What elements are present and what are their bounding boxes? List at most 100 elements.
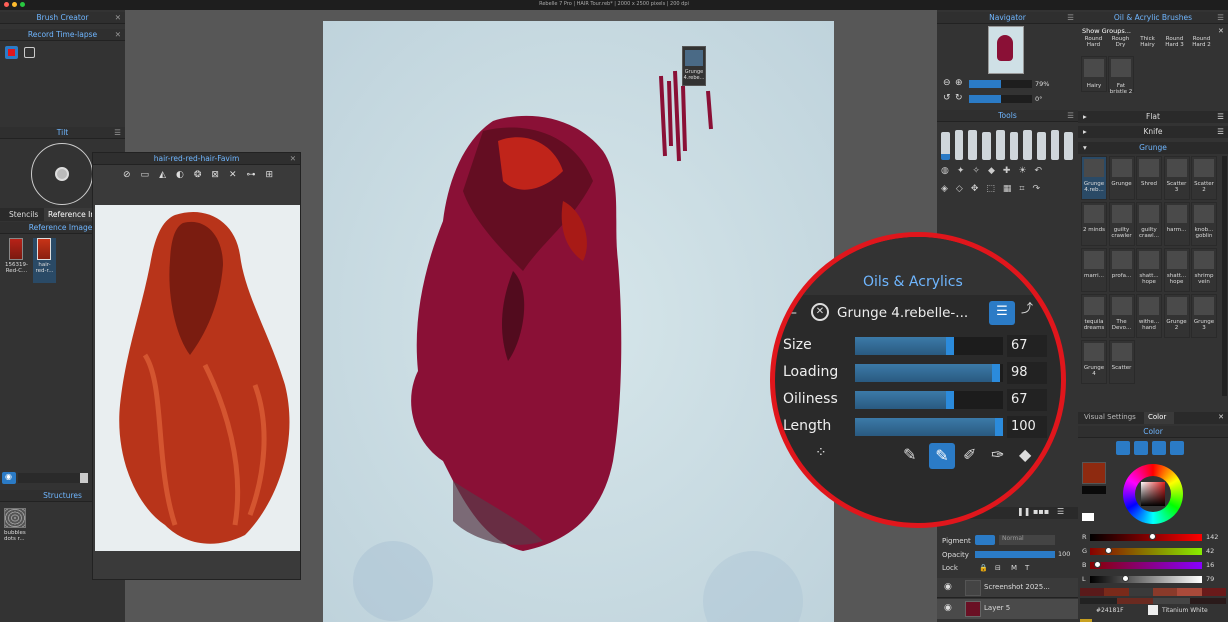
pipette-icon[interactable]: ⊘	[123, 170, 131, 186]
reference-window-header[interactable]: hair-red-red-hair-Favim ✕	[93, 153, 300, 165]
color-history-button[interactable]	[1152, 441, 1166, 455]
brush-cell[interactable]: Grunge 3	[1191, 294, 1217, 338]
group-flat[interactable]: ▸ Flat ☰	[1078, 111, 1228, 123]
rotation-value[interactable]: 0°	[1035, 95, 1042, 103]
fill-icon[interactable]: ✚	[1003, 166, 1011, 176]
brush-settings-icon[interactable]: ◈	[941, 184, 948, 194]
param-value[interactable]: 98	[1007, 362, 1047, 384]
channel-knob[interactable]	[1122, 575, 1129, 582]
palette-swatch[interactable]	[1201, 588, 1226, 596]
pattern-icon[interactable]: ⊞	[265, 170, 273, 186]
param-slider[interactable]	[855, 364, 1003, 382]
brushes-scrollbar[interactable]	[1222, 156, 1227, 396]
zoom-slider[interactable]	[969, 80, 1032, 88]
brush-cell[interactable]: Shred	[1136, 156, 1162, 200]
brush-cell[interactable]: tequila dreams	[1081, 294, 1107, 338]
layer-row[interactable]: ◉ Layer 5	[937, 599, 1078, 619]
tool-acrylic[interactable]	[968, 130, 978, 160]
brush-cell[interactable]: profa...	[1108, 248, 1135, 292]
opacity-slider[interactable]	[18, 473, 80, 483]
tool-custom[interactable]	[1064, 132, 1074, 160]
rotate-right-icon[interactable]: ↻	[955, 93, 963, 103]
brush-round-hard[interactable]: Round Hard	[1080, 36, 1107, 56]
close-icon[interactable]: ✕	[1218, 413, 1224, 421]
brush-cell[interactable]: Scatter 2	[1191, 156, 1217, 200]
brush-cell[interactable]: harm...	[1163, 202, 1190, 246]
brush-cell[interactable]: marri...	[1081, 248, 1107, 292]
navigator-preview[interactable]	[988, 26, 1024, 74]
record-button[interactable]	[5, 46, 18, 59]
channel-slider[interactable]	[1090, 561, 1202, 569]
hex-value[interactable]: #24181F	[1096, 607, 1124, 614]
zoom-out-icon[interactable]: ⊖	[943, 78, 951, 88]
fit-icon[interactable]: ✕	[229, 170, 237, 186]
rotate-left-icon[interactable]: ↺	[943, 93, 951, 103]
param-value[interactable]: 67	[1007, 389, 1047, 411]
white-swatch[interactable]	[1082, 513, 1094, 521]
brush-cell[interactable]: The Devo...	[1108, 294, 1135, 338]
grid-icon[interactable]: ⊠	[211, 170, 219, 186]
color-palette-button[interactable]	[1170, 441, 1184, 455]
tool-marker[interactable]	[1009, 132, 1019, 160]
tool-pencil[interactable]	[995, 130, 1005, 160]
tab-stencils[interactable]: Stencils	[9, 210, 38, 219]
tool-pastel[interactable]	[982, 132, 991, 160]
palette-swatch[interactable]	[1189, 598, 1226, 604]
reference-menu-icon[interactable]	[80, 473, 88, 483]
flip-icon[interactable]: ◭	[159, 170, 166, 186]
lasso-icon[interactable]: ▦	[1003, 184, 1012, 194]
brush-round-hard-3[interactable]: Round Hard 3	[1161, 36, 1188, 56]
menu-icon[interactable]: ☰	[1217, 12, 1224, 24]
close-icon[interactable]: ✕	[1218, 27, 1224, 35]
blend-mode-select[interactable]: Normal	[999, 535, 1055, 545]
painting-canvas[interactable]	[323, 21, 834, 622]
color-sliders-mode-button[interactable]	[1134, 441, 1148, 455]
layer-visibility-icon[interactable]: ◉	[944, 582, 952, 592]
rotation-slider[interactable]	[969, 95, 1032, 103]
scatter-icon[interactable]: ⁘	[815, 445, 827, 461]
channel-knob[interactable]	[1105, 547, 1112, 554]
filter-icon[interactable]: ❂	[194, 170, 202, 186]
brush-cell[interactable]: Grunge 4.reb...	[1081, 156, 1107, 200]
palette-swatch[interactable]	[1104, 588, 1129, 596]
move-icon[interactable]: ✥	[971, 184, 979, 194]
param-value[interactable]: 67	[1007, 335, 1047, 357]
redo-icon[interactable]: ↷	[1033, 184, 1041, 194]
smudge-icon[interactable]: ✦	[957, 166, 965, 176]
menu-icon[interactable]: ☰	[114, 127, 121, 139]
param-slider[interactable]	[855, 337, 1003, 355]
speed-icon[interactable]: ▪▪▪	[1033, 507, 1049, 516]
pause-icon[interactable]: ❚❚	[1017, 507, 1030, 516]
group-knife[interactable]: ▸ Knife ☰	[1078, 126, 1228, 138]
tab-visual-settings[interactable]: Visual Settings	[1084, 413, 1136, 421]
tool-ink[interactable]	[1036, 132, 1046, 160]
brush-reset-icon[interactable]: ✕	[811, 303, 829, 321]
palette-swatch[interactable]	[1153, 598, 1190, 604]
channel-slider[interactable]	[1090, 547, 1202, 555]
lock-paint-icon[interactable]: ⊟	[995, 564, 1001, 572]
tab-color[interactable]: Color	[1144, 412, 1174, 424]
visibility-toggle-button[interactable]: ◉	[2, 472, 16, 484]
tilt-dial[interactable]	[31, 143, 93, 205]
crop-icon[interactable]: ⌗	[1019, 184, 1024, 194]
brush-cell[interactable]: Scatter	[1108, 340, 1135, 384]
brush-cell[interactable]: withe... hand	[1136, 294, 1162, 338]
zoom-value[interactable]: 79%	[1035, 80, 1049, 88]
channel-knob[interactable]	[1094, 561, 1101, 568]
color-wheel-mode-button[interactable]	[1116, 441, 1130, 455]
timelapse-settings-button[interactable]	[24, 47, 35, 58]
brush-cell[interactable]: Grunge 4	[1081, 340, 1107, 384]
dry-icon[interactable]: ◇	[956, 184, 963, 194]
palette-swatch[interactable]	[1177, 588, 1202, 596]
brush-cell[interactable]: Scatter 3	[1163, 156, 1190, 200]
dropper-icon[interactable]: ◍	[941, 166, 949, 176]
reference-thumb[interactable]: 156319-Red-C...	[5, 238, 28, 283]
brush-hairy[interactable]: Hairy	[1081, 56, 1107, 92]
brush-cell[interactable]: Grunge	[1108, 156, 1135, 200]
opacity-value[interactable]: 100	[1058, 550, 1070, 558]
layer-menu-icon[interactable]: ☰	[1057, 507, 1064, 516]
palette-swatch[interactable]	[1080, 598, 1117, 604]
tool-watercolor[interactable]	[954, 130, 964, 160]
channel-slider[interactable]	[1090, 533, 1202, 541]
brush-cell[interactable]: guilty crawler	[1108, 202, 1135, 246]
